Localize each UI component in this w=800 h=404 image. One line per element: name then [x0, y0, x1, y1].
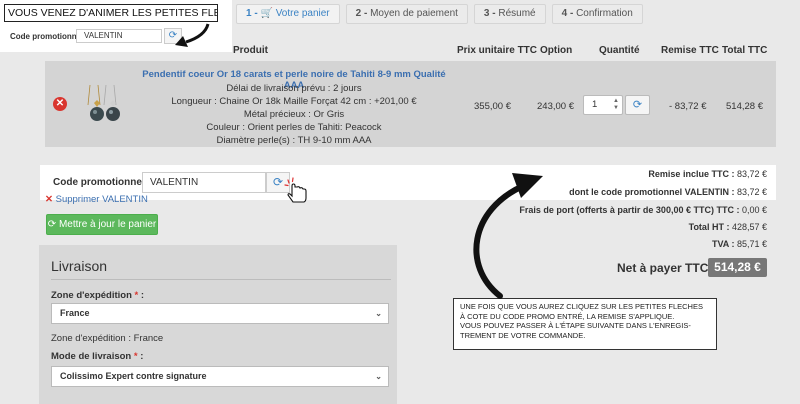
large-curved-arrow: [473, 183, 526, 299]
large-arrowhead: [512, 173, 543, 198]
top-curved-arrow: [185, 23, 210, 44]
annotation-arrows: [175, 23, 543, 299]
